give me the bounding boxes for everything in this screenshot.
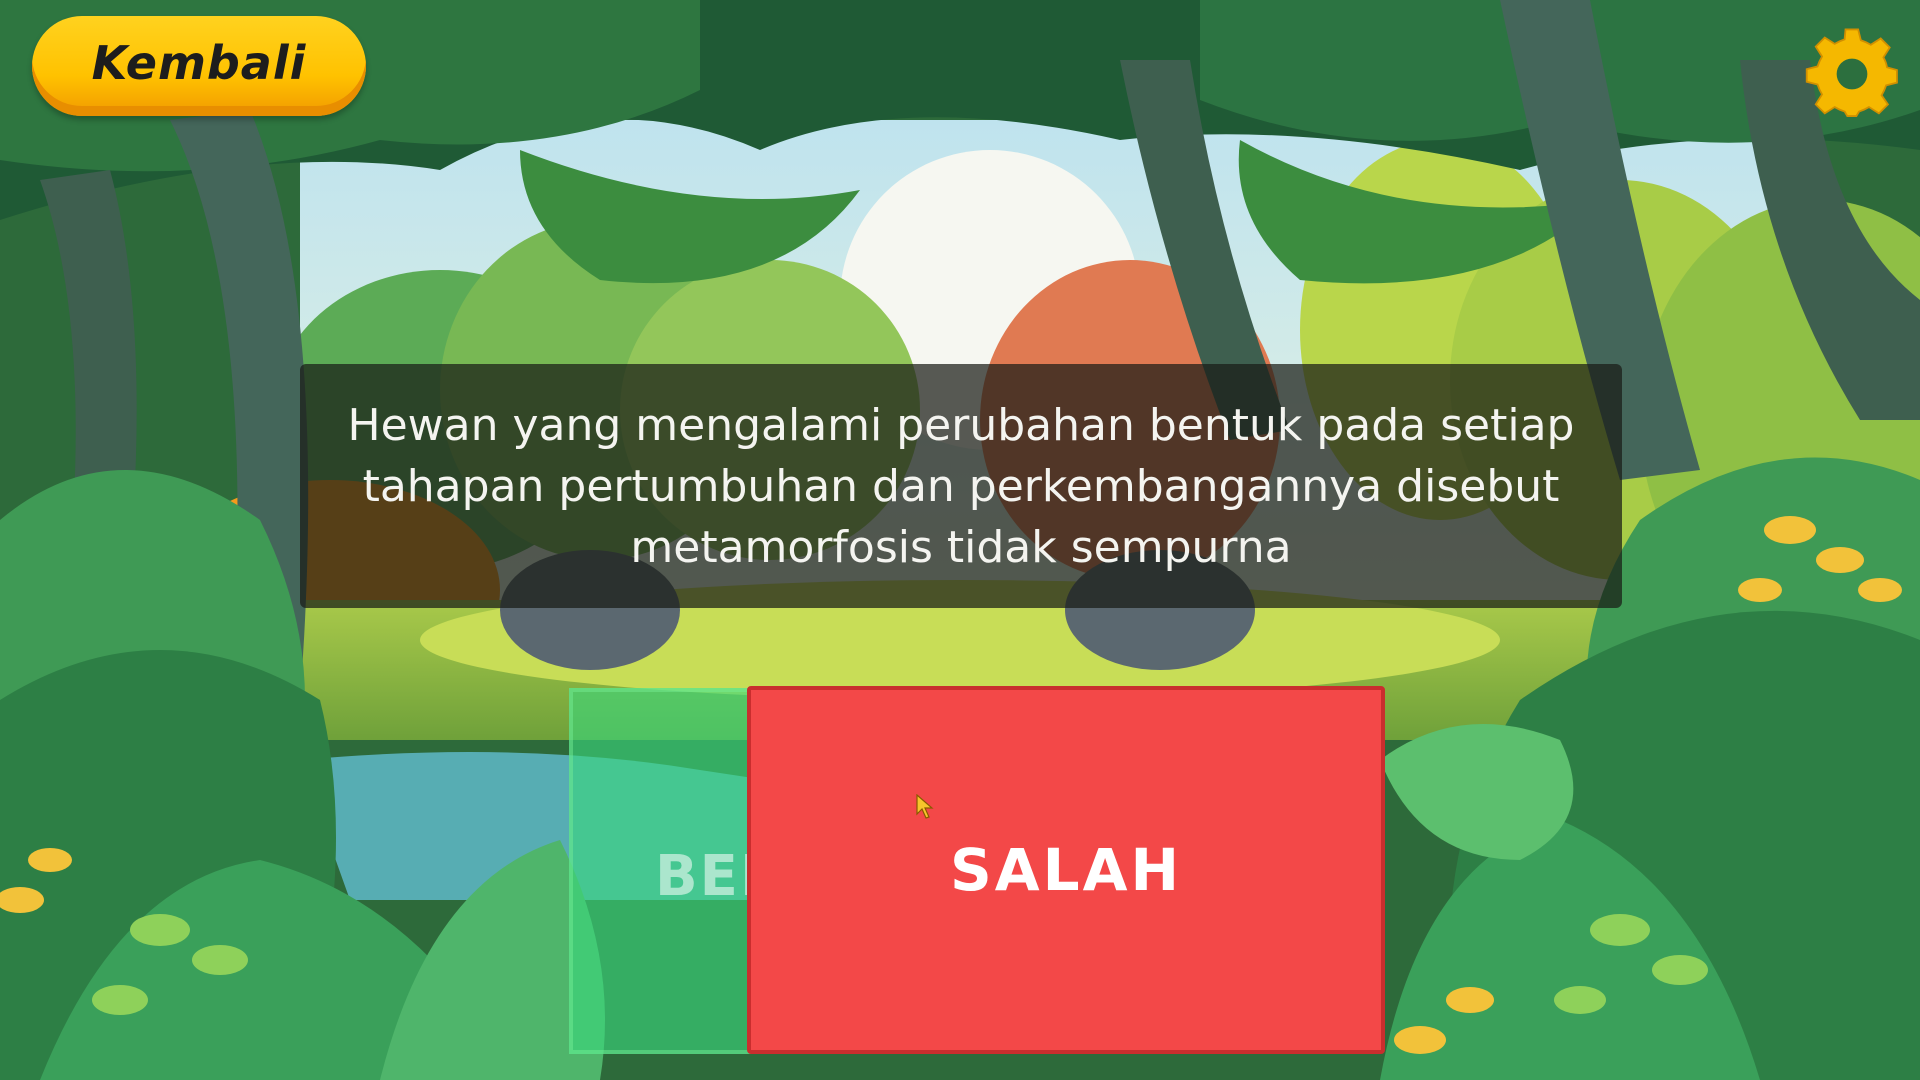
back-button[interactable]: Kembali xyxy=(32,16,366,116)
question-panel: Hewan yang mengalami perubahan bentuk pa… xyxy=(300,364,1622,608)
back-button-label: Kembali xyxy=(91,36,307,90)
question-text: Hewan yang mengalami perubahan bentuk pa… xyxy=(347,399,1575,573)
false-answer-label: SALAH xyxy=(949,836,1183,904)
gear-icon[interactable] xyxy=(1804,26,1900,122)
false-answer-button[interactable]: SALAH xyxy=(747,686,1385,1054)
mouse-cursor-icon xyxy=(916,794,934,819)
